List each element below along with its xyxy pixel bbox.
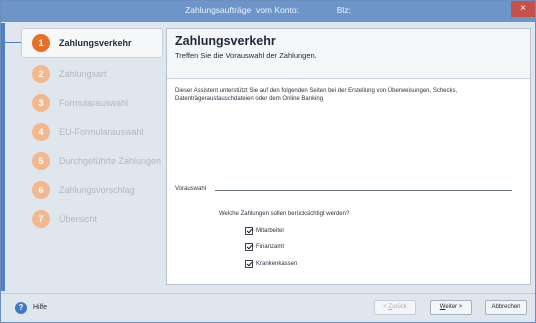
help-link[interactable]: Hilfe — [33, 304, 47, 311]
step-item-eu-formularauswahl[interactable]: 4 EU-Formularauswahl — [21, 117, 163, 146]
step-number-badge: 5 — [32, 151, 50, 170]
step-label: EU-Formularauswahl — [59, 126, 144, 137]
accent-bar — [1, 23, 5, 291]
page-title: Zahlungsverkehr — [175, 34, 276, 48]
cancel-button[interactable]: Abbrechen — [485, 300, 527, 315]
step-label: Formularauswahl — [59, 97, 129, 108]
back-label-rest: urück — [392, 304, 407, 310]
group-label: Vorauswahl — [175, 186, 207, 192]
checkbox-row-mitarbeiter[interactable]: Mitarbeiter — [245, 227, 284, 235]
content-header: Zahlungsverkehr Treffen Sie die Vorauswa… — [167, 29, 530, 79]
step-number-badge: 7 — [32, 209, 50, 228]
wizard-window: Zahlungsaufträge vom Konto: Blz: × 1 Zah… — [0, 0, 536, 323]
footer-bar: ? Hilfe < Zurück Weiter > Abbrechen — [1, 293, 535, 322]
checkbox-finanzamt[interactable] — [245, 243, 253, 251]
step-item-uebersicht[interactable]: 7 Übersicht — [21, 204, 163, 233]
step-item-durchgefuehrte-zahlungen[interactable]: 5 Durchgeführte Zahlungen — [21, 146, 163, 175]
step-number-badge: 1 — [32, 34, 50, 52]
step-label: Übersicht — [59, 213, 98, 224]
step-number-badge: 4 — [32, 122, 50, 141]
step-number-badge: 3 — [32, 93, 50, 112]
content-panel: Zahlungsverkehr Treffen Sie die Vorauswa… — [166, 28, 531, 285]
step-number-badge: 6 — [32, 180, 50, 199]
step-item-zahlungsart[interactable]: 2 Zahlungsart — [21, 59, 163, 88]
step-label: Durchgeführte Zahlungen — [59, 155, 162, 166]
next-button[interactable]: Weiter > — [430, 300, 472, 315]
window-title: Zahlungsaufträge vom Konto: Blz: — [185, 5, 351, 15]
help-icon[interactable]: ? — [15, 302, 27, 314]
checkbox-label[interactable]: Krankenkassen — [256, 261, 297, 267]
checkbox-row-finanzamt[interactable]: Finanzamt — [245, 243, 284, 251]
step-item-zahlungsvorschlag[interactable]: 6 Zahlungsvorschlag — [21, 175, 163, 204]
step-list: 1 Zahlungsverkehr 2 Zahlungsart 3 Formul… — [21, 28, 163, 233]
question-text: Welche Zahlungen sollen berücksichtigt w… — [219, 211, 350, 217]
step-label: Zahlungsart — [59, 68, 107, 79]
checkbox-row-krankenkassen[interactable]: Krankenkassen — [245, 260, 297, 268]
step-connector-line — [1, 42, 21, 43]
title-bar[interactable]: Zahlungsaufträge vom Konto: Blz: × — [1, 1, 535, 22]
checkbox-mitarbeiter[interactable] — [245, 227, 253, 235]
step-item-zahlungsverkehr[interactable]: 1 Zahlungsverkehr — [21, 28, 163, 58]
close-button[interactable]: × — [511, 1, 535, 17]
checkbox-label[interactable]: Mitarbeiter — [256, 228, 284, 234]
checkbox-krankenkassen[interactable] — [245, 260, 253, 268]
step-number-badge: 2 — [32, 64, 50, 83]
checkbox-label[interactable]: Finanzamt — [256, 244, 284, 250]
description-text: Dieser Assistent unterstützt Sie auf den… — [175, 88, 458, 102]
step-item-formularauswahl[interactable]: 3 Formularauswahl — [21, 88, 163, 117]
page-subtitle: Treffen Sie die Vorauswahl der Zahlungen… — [175, 51, 317, 60]
step-label: Zahlungsverkehr — [59, 38, 132, 48]
back-button[interactable]: < Zurück — [374, 300, 416, 315]
step-label: Zahlungsvorschlag — [59, 184, 135, 195]
group-divider — [215, 190, 512, 191]
next-label-rest: eiter > — [445, 304, 463, 310]
close-icon: × — [520, 3, 526, 14]
